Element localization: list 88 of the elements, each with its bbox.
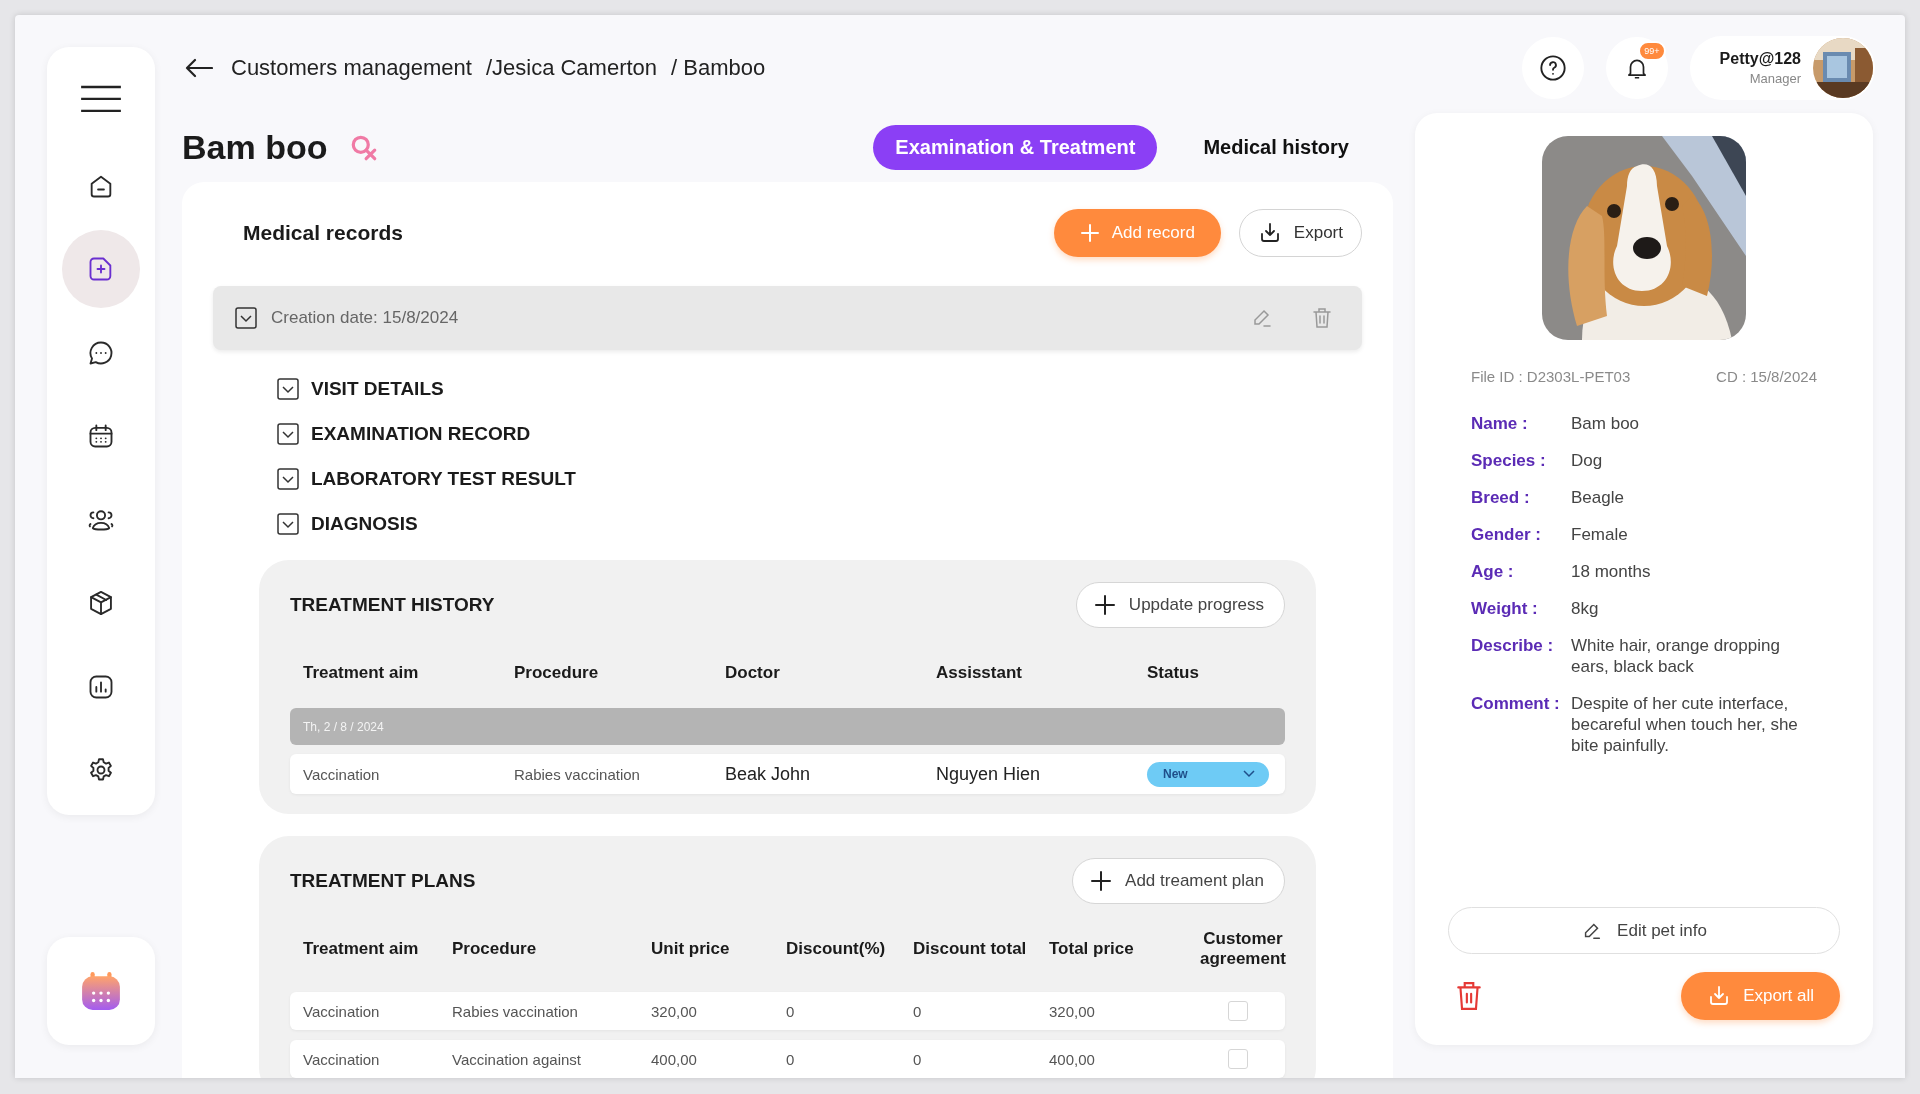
box-icon (87, 589, 115, 618)
column-header: Customer agreement (1199, 929, 1287, 969)
column-header: Unit price (651, 939, 731, 959)
creation-date: Creation date: 15/8/2024 (271, 308, 459, 328)
table-cell-text: Vaccination against (452, 1050, 582, 1068)
field-value: Dog (1571, 450, 1604, 471)
agreement-checkbox[interactable] (1228, 1001, 1248, 1021)
section-heading[interactable]: VISIT DETAILS (311, 377, 444, 400)
field-label: Age : (1471, 561, 1515, 582)
panel-title: TREATMENT PLANS (290, 870, 476, 892)
section-title: Medical records (243, 221, 403, 245)
status-dropdown[interactable]: New (1147, 761, 1269, 787)
column-header: Procedure (514, 663, 600, 683)
field-label: Weight : (1471, 598, 1539, 619)
plus-icon (1094, 595, 1115, 615)
field-label: Species : (1471, 450, 1547, 471)
expand-toggle-icon[interactable] (277, 422, 299, 445)
field-label: Describe : (1471, 635, 1555, 657)
table-cell-text: Beak John (725, 763, 812, 785)
section-heading[interactable]: DIAGNOSIS (311, 512, 418, 535)
column-header: Discount(%) (786, 939, 887, 959)
breadcrumb-link[interactable]: Customers management (231, 55, 472, 81)
table-cell-text: 0 (786, 1050, 796, 1068)
notification-badge: 99+ (1638, 41, 1666, 61)
table-cell-text: 320,00 (651, 1002, 698, 1020)
field-value: Beagle (1571, 487, 1625, 508)
field-value: Bam boo (1571, 413, 1641, 434)
column-header: Treatment aim (303, 939, 420, 959)
expand-toggle-icon[interactable] (277, 512, 299, 535)
table-cell-text: Vaccination (303, 1050, 381, 1068)
user-role: Manager (1749, 71, 1801, 86)
trash-icon[interactable] (1456, 981, 1482, 1011)
field-value: Female (1571, 524, 1629, 545)
field-label: Breed : (1471, 487, 1531, 508)
table-cell-text: Vaccination (303, 1002, 381, 1020)
breadcrumb-link[interactable]: / Bamboo (671, 55, 766, 81)
edit-pet-info-button[interactable]: Edit pet info (1448, 907, 1840, 954)
creation-date: CD : 15/8/2024 (1716, 368, 1817, 385)
table-cell-text: 400,00 (651, 1050, 698, 1068)
field-value: White hair, orange dropping ears, black back (1571, 635, 1781, 677)
table-cell-text: Rabies vaccination (514, 765, 641, 783)
export-button[interactable]: Export (1238, 209, 1362, 257)
column-header: Status (1147, 663, 1200, 683)
caret-icon (1243, 770, 1255, 778)
user-name: Petty@128 (1719, 50, 1801, 68)
update-progress-button[interactable]: Uppdate progress (1075, 582, 1285, 628)
pet-name-title: Bam boo (182, 128, 328, 167)
calendar-icon (80, 970, 122, 1012)
menu-icon[interactable] (80, 85, 122, 113)
expand-toggle-icon[interactable] (277, 467, 299, 490)
expand-toggle-icon[interactable] (277, 377, 299, 400)
file-id: File ID : D2303L-PET03 (1471, 368, 1631, 385)
table-cell-text: 0 (913, 1002, 923, 1020)
tab[interactable]: Examination & Treatment (873, 125, 1158, 170)
table-cell-text: 400,00 (1049, 1050, 1096, 1068)
table-cell-text: Vaccination (303, 765, 381, 783)
profile-pill[interactable]: Petty@128 Manager (1689, 36, 1875, 100)
field-label: Name : (1471, 413, 1529, 434)
field-value: 8kg (1571, 598, 1600, 619)
column-header: Procedure (452, 939, 538, 959)
column-header: Doctor (725, 663, 781, 683)
group-date: Th, 2 / 8 / 2024 (303, 719, 384, 734)
column-header: Treatment aim (303, 663, 420, 683)
table-cell-text: 320,00 (1049, 1002, 1096, 1020)
plus-icon (1079, 223, 1100, 243)
collapse-toggle-icon[interactable] (235, 307, 257, 329)
help-icon (1538, 54, 1567, 82)
field-label: Comment : (1471, 693, 1561, 715)
tab[interactable]: Medical history (1181, 125, 1371, 170)
section-heading[interactable]: LABORATORY TEST RESULT (311, 467, 576, 490)
field-value: 18 months (1571, 561, 1652, 582)
plus-icon (1091, 871, 1112, 891)
column-header: Total price (1049, 939, 1135, 959)
agreement-checkbox[interactable] (1228, 1049, 1248, 1069)
breadcrumb-link[interactable]: /Jesica Camerton (485, 55, 658, 81)
table-cell-text: 0 (786, 1002, 796, 1020)
calendar-card[interactable] (47, 937, 155, 1045)
section-heading[interactable]: EXAMINATION RECORD (311, 422, 531, 445)
table-cell-text: Nguyen Hien (936, 763, 1042, 785)
field-value: Despite of her cute interface, becareful when touch her, she bite painfully. (1571, 693, 1799, 756)
panel-title: TREATMENT HISTORY (290, 594, 495, 616)
table-cell-text: Rabies vaccination (452, 1002, 579, 1020)
add-treatment-plan-button[interactable]: Add treament plan (1072, 858, 1285, 904)
column-header: Discount total (913, 939, 1028, 959)
table-cell-text: 0 (913, 1050, 923, 1068)
column-header: Assisstant (936, 663, 1023, 683)
back-arrow-icon[interactable] (185, 58, 213, 78)
field-label: Gender : (1471, 524, 1542, 545)
